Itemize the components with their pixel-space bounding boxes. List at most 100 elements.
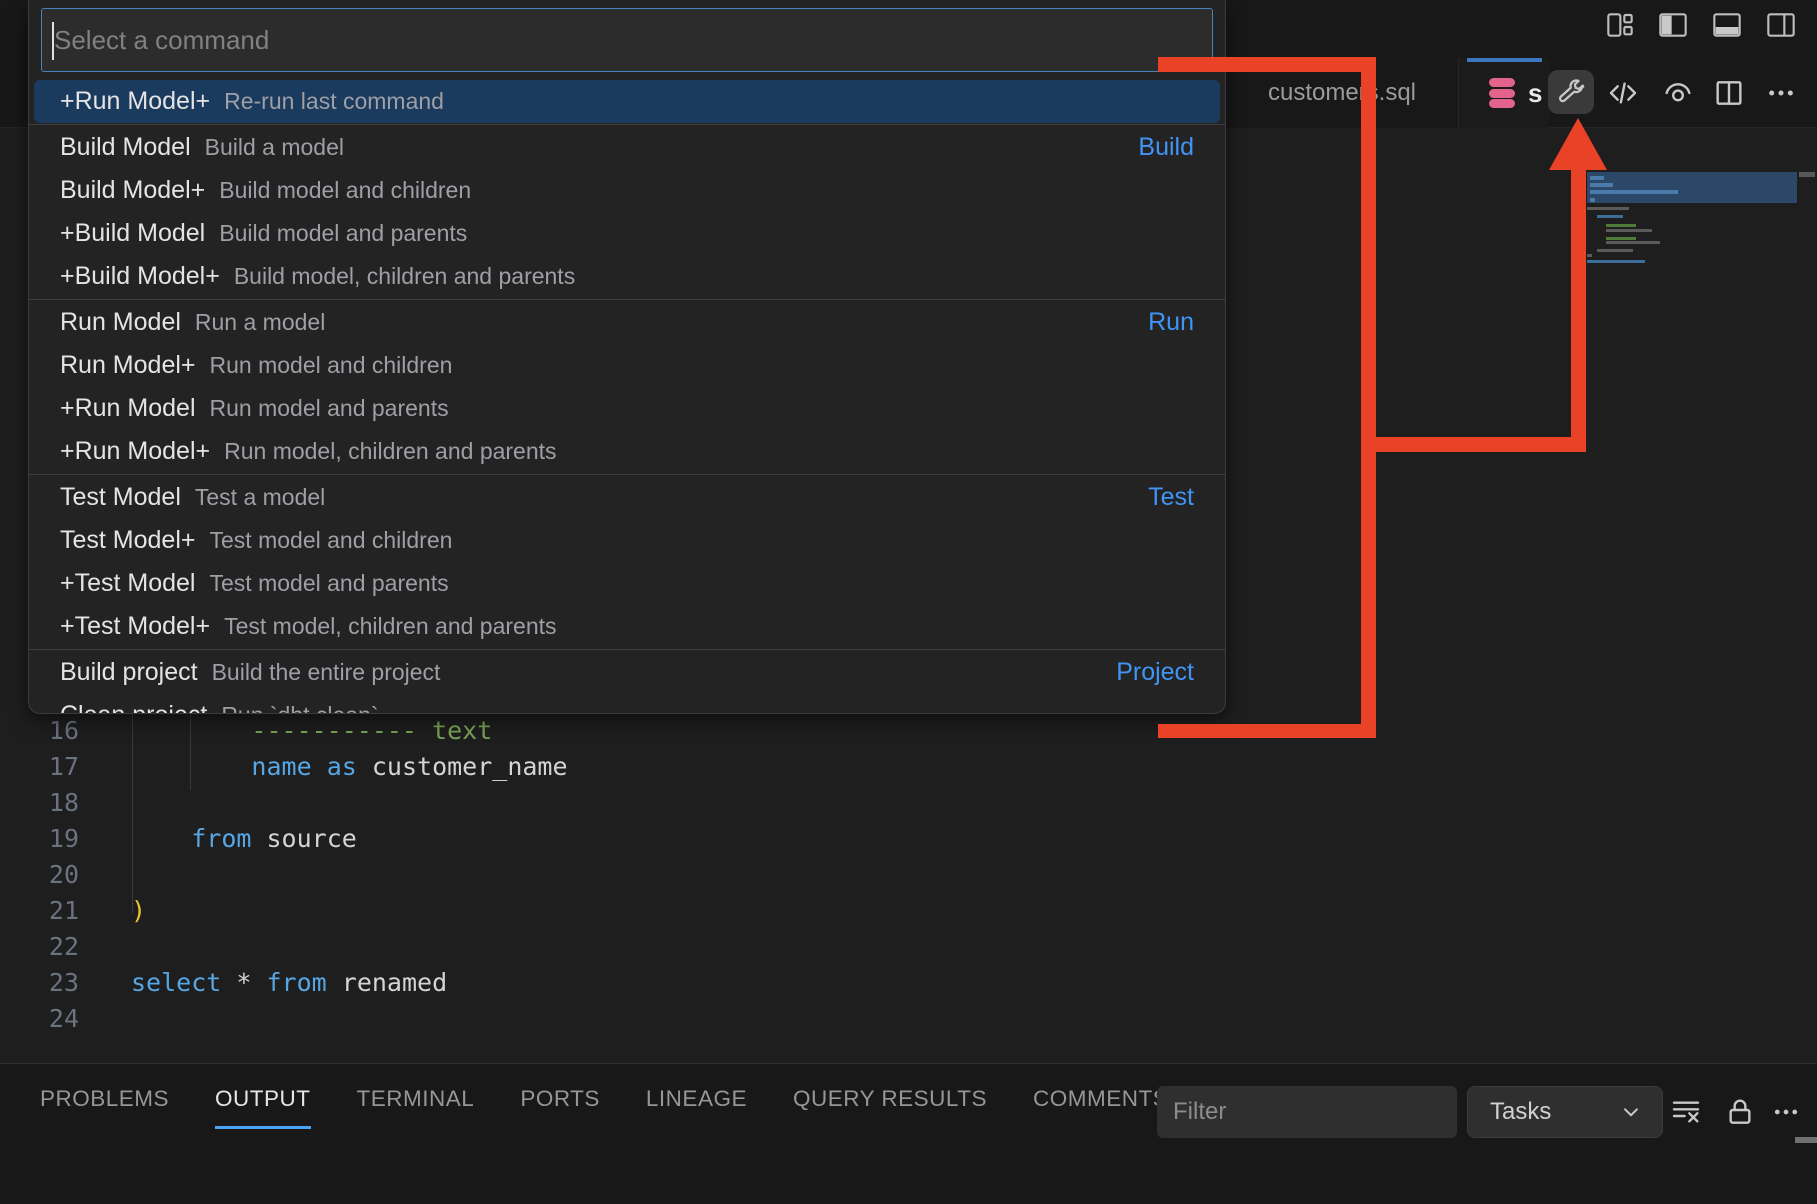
palette-group-label: Run	[1148, 308, 1194, 337]
more-actions-icon	[1765, 77, 1797, 109]
minimap-text-bar	[1590, 183, 1613, 187]
tasks-label: Tasks	[1490, 1098, 1551, 1126]
panel-tabs: PROBLEMS OUTPUT TERMINAL PORTS LINEAGE QUERY …	[40, 1086, 1168, 1129]
annotation-line-bottom	[1158, 724, 1376, 738]
filter-input[interactable]	[1157, 1086, 1457, 1138]
line-number: 16	[0, 713, 79, 749]
palette-item-label: Test Model	[60, 483, 181, 512]
code-text: ----------- text	[131, 713, 492, 749]
palette-item-description: Build model and parents	[219, 220, 467, 247]
tasks-dropdown[interactable]: Tasks	[1467, 1086, 1663, 1138]
panel-tab-problems[interactable]: PROBLEMS	[40, 1086, 169, 1129]
palette-item-label: Clean project	[60, 701, 207, 714]
code-icon	[1607, 77, 1639, 109]
palette-item-description: Test model and children	[210, 527, 453, 554]
toggle-primary-sidebar-icon[interactable]	[1657, 9, 1689, 41]
minimap-line	[1606, 229, 1652, 232]
palette-item[interactable]: Build projectBuild the entire projectPro…	[34, 651, 1220, 694]
minimap-line	[1587, 207, 1629, 210]
palette-separator	[29, 299, 1225, 300]
code-line: 24	[0, 1001, 568, 1037]
clear-output-button[interactable]	[1668, 1094, 1704, 1130]
minimap-line	[1587, 260, 1645, 263]
palette-item-label: Run Model+	[60, 351, 196, 380]
palette-item-label: Build Model+	[60, 176, 205, 205]
palette-item[interactable]: +Run Model+Run model, children and paren…	[34, 430, 1220, 473]
line-number: 21	[0, 893, 79, 929]
preview-eye-icon	[1662, 77, 1694, 109]
palette-separator	[29, 649, 1225, 650]
panel-tab-output[interactable]: OUTPUT	[215, 1086, 311, 1129]
palette-item-label: +Test Model	[60, 569, 196, 598]
panel-tab-query-results[interactable]: QUERY RESULTS	[793, 1086, 987, 1129]
wrench-icon	[1556, 77, 1586, 107]
palette-item[interactable]: +Test Model+Test model, children and par…	[34, 605, 1220, 648]
palette-item[interactable]: Test Model+Test model and children	[34, 519, 1220, 562]
annotation-line-branch	[1361, 437, 1586, 452]
code-line: 16 ----------- text	[0, 713, 568, 749]
panel-more-button[interactable]	[1768, 1094, 1804, 1130]
panel-tab-comments[interactable]: COMMENTS	[1033, 1086, 1168, 1129]
palette-item-description: Build model and children	[219, 177, 471, 204]
code-line: 21)	[0, 893, 568, 929]
line-number: 23	[0, 965, 79, 1001]
annotation-line-vertical	[1361, 57, 1376, 738]
palette-item[interactable]: Build Model+ Build model and children	[34, 169, 1220, 212]
palette-item-label: Build Model	[60, 133, 191, 162]
minimap-scrollbar[interactable]	[1799, 172, 1815, 177]
minimap-line	[1606, 241, 1660, 244]
split-editor-button[interactable]	[1712, 76, 1746, 110]
minimap-line	[1597, 215, 1623, 218]
palette-item[interactable]: +Run ModelRun model and parents	[34, 387, 1220, 430]
wrench-button[interactable]	[1548, 70, 1594, 114]
command-input-wrapper	[41, 8, 1213, 72]
palette-item-label: +Build Model+	[60, 262, 220, 291]
panel-tab-ports[interactable]: PORTS	[520, 1086, 600, 1129]
code-line: 17 name as customer_name	[0, 749, 568, 785]
command-input[interactable]	[42, 9, 1212, 71]
palette-item[interactable]: +Build Model+Build model, children and p…	[34, 255, 1220, 298]
palette-item[interactable]: Run Model+ Run model and children	[34, 344, 1220, 387]
palette-item[interactable]: Run ModelRun a modelRun	[34, 301, 1220, 344]
minimap-text-bar	[1590, 190, 1678, 194]
minimap-line	[1606, 237, 1636, 240]
clear-output-icon	[1670, 1096, 1702, 1128]
code-line: 19 from source	[0, 821, 568, 857]
palette-item[interactable]: Build ModelBuild a modelBuild	[34, 126, 1220, 169]
palette-item[interactable]: Test ModelTest a modelTest	[34, 476, 1220, 519]
compiled-code-button[interactable]	[1606, 76, 1640, 110]
customize-layout-icon[interactable]	[1603, 9, 1635, 41]
code-text: )	[131, 893, 146, 929]
minimap-text-bar	[1590, 198, 1595, 202]
code-text: from source	[131, 821, 357, 857]
line-number: 18	[0, 785, 79, 821]
palette-item[interactable]: Clean projectRun `dbt clean`	[34, 694, 1220, 714]
panel-tab-terminal[interactable]: TERMINAL	[357, 1086, 475, 1129]
minimap-line	[1597, 249, 1633, 252]
palette-item-description: Re-run last command	[224, 88, 444, 115]
palette-item-description: Run a model	[195, 309, 325, 336]
panel-tab-lineage[interactable]: LINEAGE	[646, 1086, 747, 1129]
bottom-panel: PROBLEMS OUTPUT TERMINAL PORTS LINEAGE QUERY …	[0, 1063, 1817, 1204]
tab-active-model[interactable]: s	[1459, 58, 1549, 128]
toggle-secondary-sidebar-icon[interactable]	[1765, 9, 1797, 41]
more-actions-button[interactable]	[1764, 76, 1798, 110]
palette-item-description: Run model and children	[210, 352, 453, 379]
palette-item-label: +Build Model	[60, 219, 205, 248]
toggle-panel-icon[interactable]	[1711, 9, 1743, 41]
database-icon	[1489, 78, 1515, 108]
palette-item-description: Run model, children and parents	[224, 438, 556, 465]
tab-label-truncated: s	[1528, 78, 1542, 109]
palette-item-label: +Run Model+	[60, 87, 210, 116]
preview-button[interactable]	[1661, 76, 1695, 110]
palette-item[interactable]: +Test ModelTest model and parents	[34, 562, 1220, 605]
palette-item-description: Build the entire project	[212, 659, 441, 686]
palette-separator	[29, 124, 1225, 125]
palette-item[interactable]: +Run Model+ Re-run last command	[34, 80, 1220, 123]
palette-item-description: Run model and parents	[210, 395, 449, 422]
lock-panel-button[interactable]	[1722, 1094, 1758, 1130]
minimap-line	[1587, 254, 1592, 257]
palette-separator	[29, 474, 1225, 475]
panel-scrollbar[interactable]	[1795, 1137, 1817, 1143]
palette-item[interactable]: +Build Model Build model and parents	[34, 212, 1220, 255]
